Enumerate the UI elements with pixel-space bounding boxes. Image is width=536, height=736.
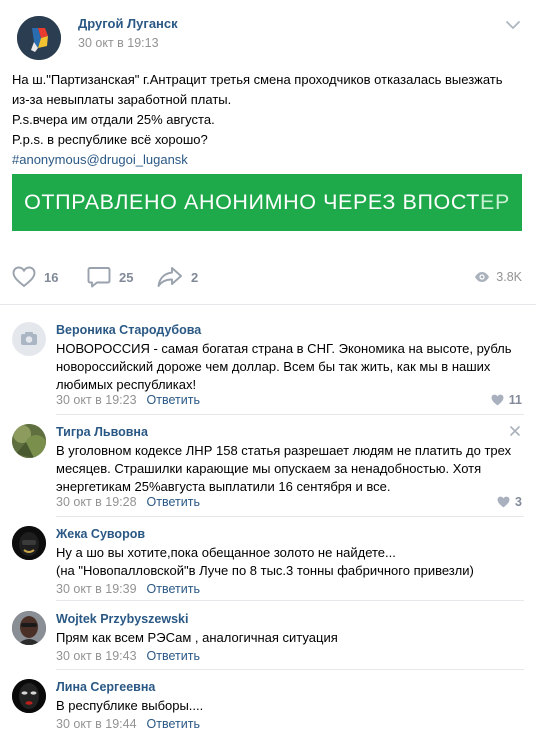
avatar-image [12,611,46,645]
comment-like-count: 11 [508,393,522,407]
eye-icon [475,272,490,282]
comment-date[interactable]: 30 окт в 19:43 [56,649,137,663]
comment-count: 25 [119,269,134,285]
comment-meta: 30 окт в 19:44 Ответить [56,717,200,731]
heart-icon [497,496,510,508]
hashtag-link[interactable]: #anonymous@drugoi_lugansk [12,150,524,170]
comment-text: Ну а шо вы хотите,пока обещанное золото … [56,544,526,580]
avatar[interactable] [12,679,46,713]
post-date[interactable]: 30 окт в 19:13 [78,36,159,50]
camera-icon [21,332,37,345]
heart-icon [491,394,504,406]
comment-date[interactable]: 30 окт в 19:39 [56,582,137,596]
comment-text: Прям как всем РЭСам , аналогичная ситуац… [56,630,338,645]
comment-button[interactable]: 25 [87,262,133,292]
comment-author-link[interactable]: Тигра Львовна [56,425,148,439]
comment-meta: 30 окт в 19:23 Ответить [56,393,200,407]
post-text-line: На ш."Партизанская" г.Антрацит третья см… [12,72,503,87]
views-count: 3.8K [496,270,522,284]
avatar-image [12,526,46,560]
post-text: На ш."Партизанская" г.Антрацит третья см… [12,70,524,170]
group-avatar[interactable] [17,16,61,60]
post-text-line: P.p.s. в республике всё хорошо? [12,132,208,147]
comment-text-line: Ну а шо вы хотите,пока обещанное золото … [56,545,396,560]
avatar[interactable] [12,424,46,458]
share-count: 2 [191,269,199,285]
comment-date[interactable]: 30 окт в 19:28 [56,495,137,509]
comment-icon [87,267,111,288]
comment-author-link[interactable]: Вероника Стародубова [56,323,201,337]
comment-author-link[interactable]: Wojtek Przybyszewski [56,612,188,626]
actions-divider [0,304,536,305]
comment-divider [56,600,524,601]
close-icon[interactable] [510,426,520,436]
comment-divider [56,516,524,517]
like-button[interactable]: 16 [12,262,58,292]
comment-text: В республике выборы.... [56,698,204,713]
avatar[interactable] [12,526,46,560]
views-counter: 3.8K [474,262,522,292]
banner-text: ОТПРАВЛЕНО АНОНИМНО ЧЕРЕЗ ВПОСТЕР [24,190,510,215]
avatar[interactable] [12,322,46,356]
comment-text: НОВОРОССИЯ - самая богатая страна в СНГ.… [56,341,512,392]
heart-icon [12,266,36,288]
comment-divider [56,414,524,415]
vpost-banner-image[interactable]: ОТПРАВЛЕНО АНОНИМНО ЧЕРЕЗ ВПОСТЕР [12,174,522,231]
comment-like-count: 3 [515,495,522,509]
reply-link[interactable]: Ответить [147,393,200,407]
comment-divider [56,669,524,670]
comment-author-link[interactable]: Жека Суворов [56,527,145,541]
group-name-link[interactable]: Другой Луганск [78,16,178,31]
like-count: 16 [44,269,59,285]
post-header: Другой Луганск 30 окт в 19:13 [12,12,524,60]
avatar[interactable] [12,611,46,645]
share-icon [157,267,182,287]
comment-meta: 30 окт в 19:39 Ответить [56,582,200,596]
reply-link[interactable]: Ответить [147,582,200,596]
comment-meta: 30 окт в 19:28 Ответить [56,495,200,509]
avatar-image [12,424,46,458]
comment-like-button[interactable]: 11 [491,393,522,407]
comment-date[interactable]: 30 окт в 19:44 [56,717,137,731]
post-text-line: из-за невыплаты заработной платы. [12,92,232,107]
banner-text-main: ОТПРАВЛЕНО АНОНИМНО ЧЕРЕЗ ВПОСТ [24,190,481,214]
reply-link[interactable]: Ответить [147,649,200,663]
reply-link[interactable]: Ответить [147,495,200,509]
share-button[interactable]: 2 [157,262,198,292]
post-actions: 16 25 2 3.8K [12,262,522,292]
comment-text-line: (на "Новопалловской"в Луче по 8 тыс.3 то… [56,563,474,578]
comment-date[interactable]: 30 окт в 19:23 [56,393,137,407]
chevron-down-icon[interactable] [506,20,520,30]
banner-text-tail: ЕР [480,190,510,214]
avatar-image [12,679,46,713]
comment-author-link[interactable]: Лина Сергеевна [56,680,155,694]
comment-meta: 30 окт в 19:43 Ответить [56,649,200,663]
wall-post: Другой Луганск 30 окт в 19:13 На ш."Парт… [0,0,536,736]
post-text-line: P.s.вчера им отдали 25% августа. [12,112,215,127]
comment-like-button[interactable]: 3 [497,495,522,509]
reply-link[interactable]: Ответить [147,717,200,731]
comment-text: В уголовном кодексе ЛНР 158 статья разре… [56,443,512,494]
